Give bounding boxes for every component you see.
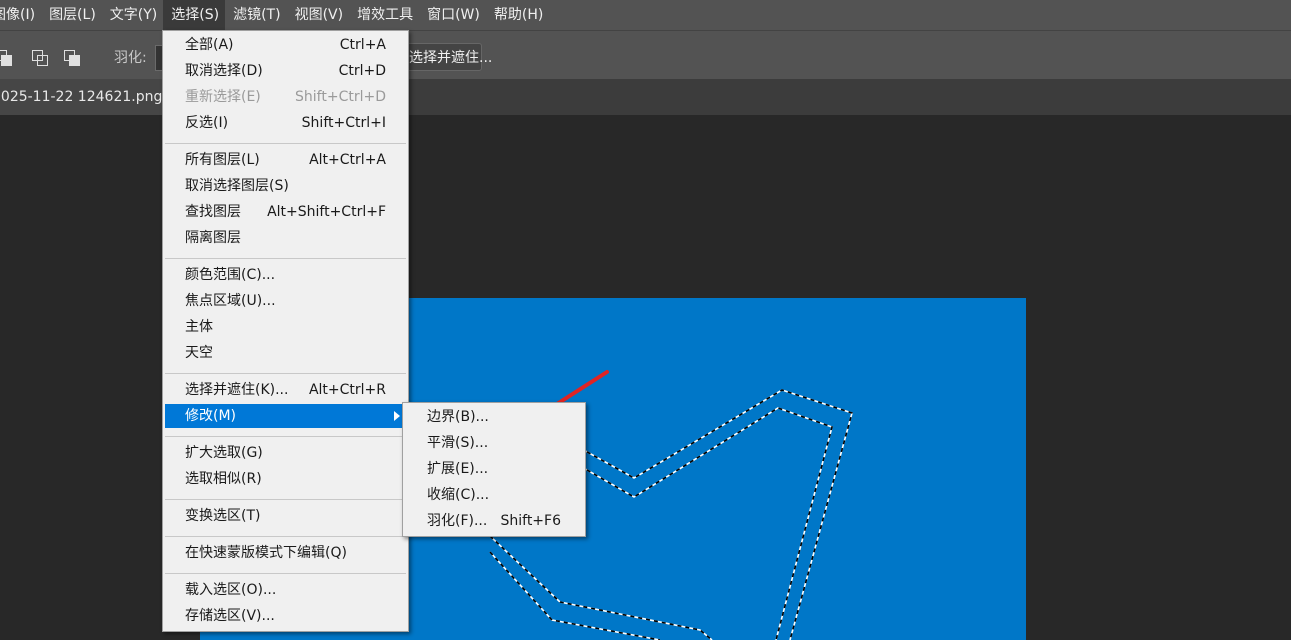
menu-item-label: 重新选择(E): [185, 89, 261, 105]
submenu-item-1[interactable]: 平滑(S)...: [405, 431, 583, 455]
menu-item-2-2[interactable]: 主体: [165, 315, 406, 339]
menu-item-3-0[interactable]: 选择并遮住(K)... Alt+Ctrl+R: [165, 378, 406, 402]
menu-item-0-2: 重新选择(E) Shift+Ctrl+D: [165, 85, 406, 109]
menu-item-shortcut: Alt+Ctrl+A: [309, 152, 386, 168]
menu-item-label: 主体: [185, 319, 213, 335]
submenu-item-label: 收缩(C)...: [427, 487, 490, 503]
menu-item-shortcut: Alt+Ctrl+R: [308, 382, 386, 398]
menu-item-label: 选择并遮住(K)...: [185, 382, 289, 398]
menu-separator: [165, 143, 406, 144]
menu-item-label: 焦点区域(U)...: [185, 293, 276, 309]
menu-item-2-1[interactable]: 焦点区域(U)...: [165, 289, 406, 313]
menu-item-label: 在快速蒙版模式下编辑(Q): [185, 545, 347, 561]
menu-item-label: 取消选择(D): [185, 63, 263, 79]
menu-item-2-0[interactable]: 颜色范围(C)...: [165, 263, 406, 287]
menu-item-label: 查找图层: [185, 204, 241, 220]
modify-submenu: 边界(B)... 平滑(S)... 扩展(E)... 收缩(C)... 羽化(F)...…: [402, 402, 586, 537]
menu-item-label: 取消选择图层(S): [185, 178, 289, 194]
submenu-item-label: 扩展(E)...: [427, 461, 489, 477]
submenu-item-3[interactable]: 收缩(C)...: [405, 483, 583, 507]
submenu-arrow-icon: [394, 411, 400, 421]
select-menu-dropdown: 全部(A) Ctrl+A 取消选择(D) Ctrl+D 重新选择(E) Shift+Ctr…: [162, 30, 409, 632]
menu-item-4-0[interactable]: 扩大选取(G): [165, 441, 406, 465]
menu-item-label: 选取相似(R): [185, 471, 262, 487]
menu-item-shortcut: Shift+Ctrl+D: [295, 89, 386, 105]
menu-separator: [165, 499, 406, 500]
submenu-item-2[interactable]: 扩展(E)...: [405, 457, 583, 481]
submenu-item-label: 羽化(F)...: [427, 513, 488, 529]
menu-item-shortcut: Ctrl+A: [339, 37, 386, 53]
menu-item-1-0[interactable]: 所有图层(L) Alt+Ctrl+A: [165, 148, 406, 172]
submenu-item-4[interactable]: 羽化(F)... Shift+F6: [405, 509, 583, 533]
submenu-item-label: 平滑(S)...: [427, 435, 489, 451]
menu-item-6-0[interactable]: 在快速蒙版模式下编辑(Q): [165, 541, 406, 565]
menu-item-label: 所有图层(L): [185, 152, 260, 168]
menu-separator: [165, 536, 406, 537]
menu-item-label: 颜色范围(C)...: [185, 267, 276, 283]
menu-separator: [165, 436, 406, 437]
submenu-item-label: 边界(B)...: [427, 409, 489, 425]
menu-item-0-1[interactable]: 取消选择(D) Ctrl+D: [165, 59, 406, 83]
menu-separator: [165, 573, 406, 574]
menu-item-label: 全部(A): [185, 37, 234, 53]
menu-item-label: 扩大选取(G): [185, 445, 263, 461]
menu-item-label: 载入选区(O)...: [185, 582, 277, 598]
menu-item-2-3[interactable]: 天空: [165, 341, 406, 365]
menu-separator: [165, 258, 406, 259]
menu-item-label: 存储选区(V)...: [185, 608, 275, 624]
menu-item-shortcut: Shift+Ctrl+I: [301, 115, 386, 131]
menu-item-7-1[interactable]: 存储选区(V)...: [165, 604, 406, 628]
menu-item-1-1[interactable]: 取消选择图层(S): [165, 174, 406, 198]
menu-item-0-0[interactable]: 全部(A) Ctrl+A: [165, 33, 406, 57]
menu-item-label: 天空: [185, 345, 213, 361]
menu-item-label: 变换选区(T): [185, 508, 261, 524]
menu-item-7-0[interactable]: 载入选区(O)...: [165, 578, 406, 602]
menu-item-label: 修改(M): [185, 408, 237, 424]
submenu-item-shortcut: Shift+F6: [500, 513, 561, 529]
menu-item-0-3[interactable]: 反选(I) Shift+Ctrl+I: [165, 111, 406, 135]
menu-item-4-1[interactable]: 选取相似(R): [165, 467, 406, 491]
menu-item-5-0[interactable]: 变换选区(T): [165, 504, 406, 528]
menu-item-label: 反选(I): [185, 115, 229, 131]
menu-separator: [165, 373, 406, 374]
menu-item-1-3[interactable]: 隔离图层: [165, 226, 406, 250]
menu-item-shortcut: Ctrl+D: [338, 63, 386, 79]
menu-item-3-1[interactable]: 修改(M): [165, 404, 406, 428]
menu-item-1-2[interactable]: 查找图层 Alt+Shift+Ctrl+F: [165, 200, 406, 224]
menu-item-shortcut: Alt+Shift+Ctrl+F: [267, 204, 386, 220]
menu-item-label: 隔离图层: [185, 230, 241, 246]
submenu-item-0[interactable]: 边界(B)...: [405, 405, 583, 429]
